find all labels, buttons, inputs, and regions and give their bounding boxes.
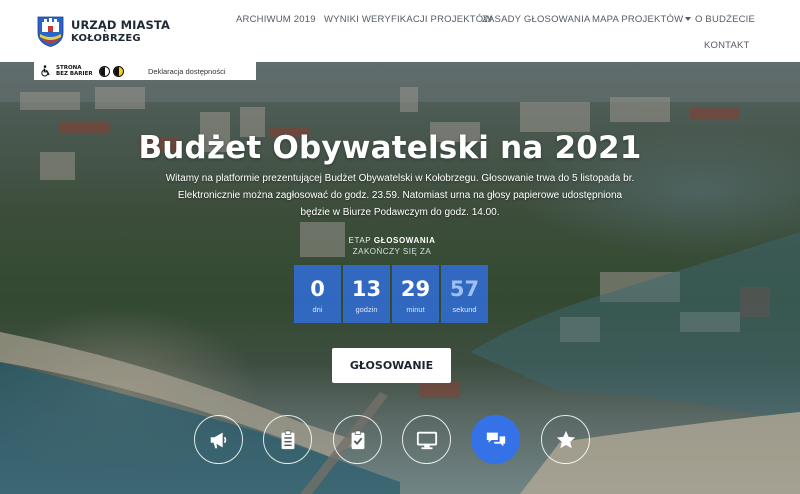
monitor-icon-button[interactable]: [402, 415, 451, 464]
contrast-toggle-black[interactable]: [99, 65, 110, 77]
nav-kontakt[interactable]: KONTAKT: [704, 40, 750, 51]
stage-name: GŁOSOWANIA: [373, 236, 436, 245]
nav-mapa-projektow[interactable]: MAPA PROJEKTÓW: [592, 14, 692, 25]
countdown-timer: 0 dni 13 godzin 29 minut 57 sekund: [294, 265, 490, 323]
wheelchair-icon: [41, 65, 50, 77]
nav-o-budzecie[interactable]: O BUDŻECIE: [695, 14, 755, 25]
megaphone-icon-button[interactable]: [194, 415, 243, 464]
countdown-hours-value: 13: [351, 277, 382, 301]
clipboard-check-icon: [351, 429, 364, 449]
stage-prefix: ETAP: [348, 236, 374, 245]
accessibility-badge: STRONA BEZ BARIER: [56, 65, 96, 77]
countdown-minutes-label: minut: [406, 305, 425, 314]
chevron-down-icon: [685, 17, 692, 21]
page-title: Budżet Obywatelski na 2021: [138, 130, 642, 166]
star-icon: [556, 430, 575, 448]
vote-button[interactable]: GŁOSOWANIE: [332, 348, 451, 383]
countdown-minutes-value: 29: [400, 277, 431, 301]
countdown-hours-label: godzin: [355, 305, 378, 314]
countdown-hours: 13 godzin: [343, 265, 390, 323]
countdown-seconds-label: sekund: [452, 305, 477, 314]
main-nav: ARCHIWUM 2019 WYNIKI WERYFIKACJI PROJEKT…: [0, 0, 800, 62]
countdown-days-label: dni: [312, 305, 323, 314]
accessibility-bar: STRONA BEZ BARIER Deklaracja dostępności: [34, 62, 256, 80]
badge-line2: BEZ BARIER: [56, 71, 93, 77]
stage-label: ETAP GŁOSOWANIA: [0, 236, 784, 245]
countdown-days: 0 dni: [294, 265, 341, 323]
nav-wyniki-weryfikacji[interactable]: WYNIKI WERYFIKACJI PROJEKTÓW: [324, 14, 493, 25]
stage-ends-in: ZAKOŃCZY SIĘ ZA: [352, 247, 432, 256]
clipboard-list-icon-button[interactable]: [263, 415, 312, 464]
nav-zasady-glosowania[interactable]: ZASADY GŁOSOWANIA: [482, 14, 590, 25]
site-header: URZĄD MIASTA KOŁOBRZEG ARCHIWUM 2019 WYN…: [0, 0, 800, 62]
clipboard-list-icon: [281, 429, 294, 449]
countdown-seconds-value: 57: [449, 277, 480, 301]
countdown-seconds: 57 sekund: [441, 265, 488, 323]
accessibility-declaration-link[interactable]: Deklaracja dostępności: [148, 67, 226, 76]
comments-icon-button[interactable]: [471, 415, 520, 464]
countdown-days-value: 0: [310, 277, 325, 301]
monitor-icon: [416, 431, 437, 449]
clipboard-check-icon-button[interactable]: [333, 415, 382, 464]
nav-mapa-label: MAPA PROJEKTÓW: [592, 14, 684, 25]
countdown-minutes: 29 minut: [392, 265, 439, 323]
comments-icon: [486, 432, 505, 446]
star-icon-button[interactable]: [541, 415, 590, 464]
megaphone-icon: [210, 432, 226, 448]
hero-intro-text: Witamy na platformie prezentującej Budże…: [165, 173, 635, 218]
feature-icons-row: [0, 415, 800, 465]
nav-archiwum[interactable]: ARCHIWUM 2019: [236, 14, 316, 25]
contrast-toggle-yellow[interactable]: [113, 65, 124, 77]
